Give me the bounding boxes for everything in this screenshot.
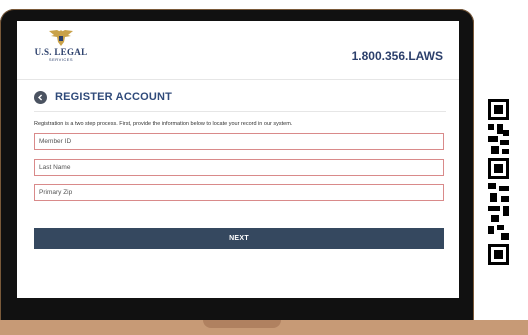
page-title: REGISTER ACCOUNT [55,91,173,103]
intro-text: Registration is a two step process. Firs… [34,121,293,127]
section-divider [34,111,446,112]
primary-zip-field[interactable]: Primary Zip [34,184,444,201]
logo-subtitle: SERVICES [48,57,74,62]
site-header: U.S. LEGAL SERVICES 1.800.356.LAWS [17,21,459,77]
section-heading: REGISTER ACCOUNT [34,90,172,104]
laptop-screen: U.S. LEGAL SERVICES 1.800.356.LAWS REGIS… [17,21,459,298]
laptop-notch [203,320,281,328]
next-button[interactable]: NEXT [34,228,444,249]
phone-number[interactable]: 1.800.356.LAWS [352,49,443,63]
back-arrow-icon[interactable] [34,90,47,104]
logo-name: U.S. LEGAL [34,47,88,57]
last-name-field[interactable]: Last Name [34,159,444,176]
member-id-field[interactable]: Member ID [34,133,444,150]
eagle-icon [49,30,73,46]
header-divider [17,79,459,80]
brand-logo[interactable]: U.S. LEGAL SERVICES [31,29,91,71]
qr-code-icon [487,98,511,266]
page: U.S. LEGAL SERVICES 1.800.356.LAWS REGIS… [0,0,528,335]
